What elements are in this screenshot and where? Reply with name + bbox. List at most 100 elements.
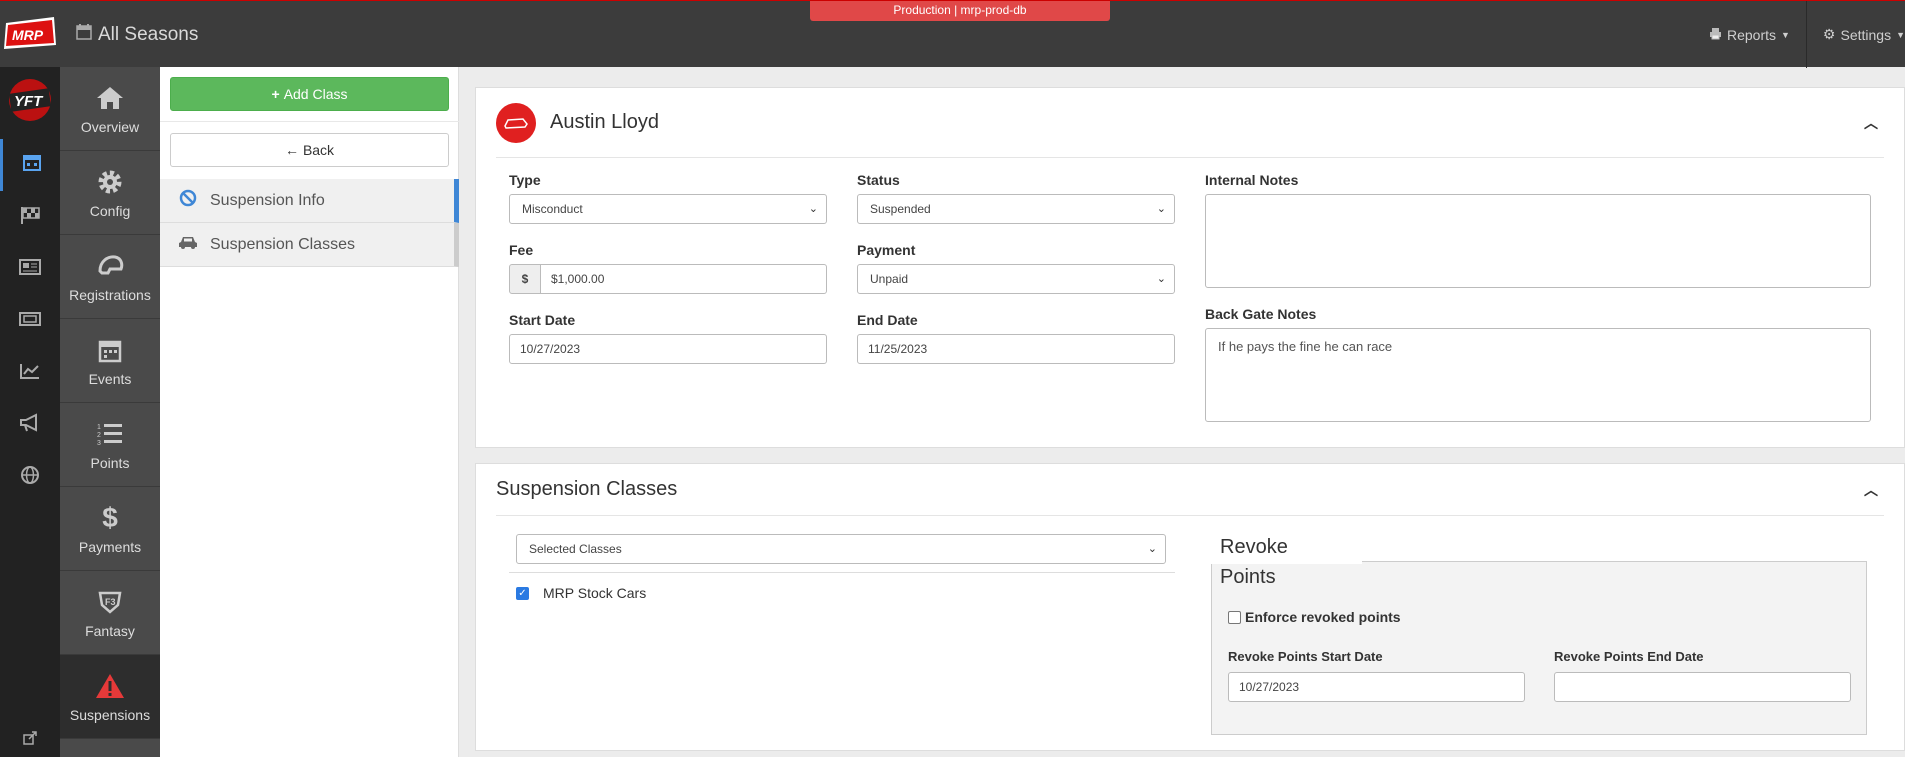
reports-label: Reports bbox=[1726, 26, 1776, 43]
nav-item-events[interactable]: Events bbox=[60, 319, 160, 403]
globe-icon bbox=[20, 465, 40, 491]
season-title: All Seasons bbox=[98, 23, 199, 45]
driver-name: Austin Lloyd bbox=[550, 111, 659, 133]
status-label: Status bbox=[857, 172, 900, 188]
plus-icon: + bbox=[271, 86, 280, 102]
start-date-input[interactable]: 10/27/2023 bbox=[509, 334, 827, 364]
chevron-up-icon[interactable]: ︿ bbox=[1864, 480, 1878, 500]
enforce-revoked-label: Enforce revoked points bbox=[1245, 609, 1401, 625]
rail-calendar[interactable] bbox=[0, 139, 60, 191]
end-date-label: End Date bbox=[857, 312, 918, 328]
classes-filter-value: Selected Classes bbox=[529, 542, 622, 556]
nav-label: Events bbox=[88, 370, 132, 387]
add-class-button[interactable]: + Add Class bbox=[170, 77, 449, 111]
nav-item-overview[interactable]: Overview bbox=[60, 67, 160, 151]
nav-item-points[interactable]: 123 Points bbox=[60, 403, 160, 487]
fee-input[interactable]: $1,000.00 bbox=[540, 264, 827, 294]
rail-news[interactable] bbox=[0, 244, 60, 296]
driver-avatar bbox=[496, 102, 536, 143]
back-button[interactable]: ← Back bbox=[170, 133, 449, 167]
subnav-item-suspension-info[interactable]: Suspension Info bbox=[160, 179, 459, 223]
classes-filter-select[interactable]: Selected Classes ⌄ bbox=[516, 534, 1166, 564]
chevron-down-icon: ⌄ bbox=[1147, 543, 1157, 555]
yft-logo-text: YFT bbox=[14, 93, 44, 110]
warning-icon bbox=[95, 671, 125, 701]
reports-menu[interactable]: Reports ▼ bbox=[1693, 1, 1806, 68]
svg-text:3: 3 bbox=[97, 440, 101, 447]
season-selector[interactable]: All Seasons bbox=[76, 23, 198, 46]
revoke-end-input[interactable] bbox=[1554, 672, 1851, 702]
list-icon: 123 bbox=[96, 419, 124, 449]
calendar-icon bbox=[98, 335, 122, 365]
end-date-value: 11/25/2023 bbox=[868, 342, 928, 356]
ticket-icon bbox=[18, 310, 42, 334]
calendar-icon bbox=[76, 23, 92, 46]
chart-icon bbox=[19, 362, 41, 386]
payment-value: Unpaid bbox=[870, 272, 909, 286]
panel-header: Austin Lloyd ︿ bbox=[496, 88, 1884, 158]
nav-item-fantasy[interactable]: F3 Fantasy bbox=[60, 571, 160, 655]
back-gate-notes-textarea[interactable]: If he pays the fine he can race bbox=[1205, 328, 1871, 422]
nav-item-payments[interactable]: $ Payments bbox=[60, 487, 160, 571]
rail-tickets[interactable] bbox=[0, 296, 60, 348]
main-nav: Overview Config Registrations Events 123… bbox=[60, 67, 160, 757]
enforce-revoked-checkbox[interactable] bbox=[1228, 610, 1241, 624]
subnav-label: Suspension Info bbox=[210, 191, 325, 209]
nav-label: Points bbox=[90, 454, 130, 471]
mrp-logo[interactable]: MRP bbox=[2, 15, 58, 51]
checkered-flag-icon bbox=[19, 205, 41, 231]
svg-text:2: 2 bbox=[97, 432, 101, 439]
gear-icon: ⚙ bbox=[1822, 26, 1836, 42]
nav-item-suspensions[interactable]: Suspensions bbox=[60, 655, 160, 739]
type-value: Misconduct bbox=[522, 202, 583, 216]
caret-down-icon: ▼ bbox=[1896, 29, 1905, 40]
type-label: Type bbox=[509, 172, 541, 188]
settings-label: Settings bbox=[1840, 26, 1892, 43]
payment-select[interactable]: Unpaid ⌄ bbox=[857, 264, 1175, 294]
top-bar: MRP All Seasons Production | mrp-prod-db… bbox=[0, 0, 1905, 68]
environment-badge: Production | mrp-prod-db bbox=[810, 1, 1110, 21]
print-icon bbox=[1709, 27, 1722, 43]
revoke-start-value: 10/27/2023 bbox=[1239, 680, 1300, 694]
fee-value: $1,000.00 bbox=[551, 272, 605, 286]
revoke-start-input[interactable]: 10/27/2023 bbox=[1228, 672, 1525, 702]
revoke-end-label: Revoke Points End Date bbox=[1554, 649, 1704, 664]
payment-label: Payment bbox=[857, 242, 916, 258]
icon-rail: YFT bbox=[0, 67, 60, 757]
rail-external[interactable] bbox=[0, 721, 60, 757]
newspaper-icon bbox=[18, 258, 42, 282]
panel-header: Suspension Classes ︿ bbox=[496, 464, 1884, 516]
nav-label: Payments bbox=[78, 538, 142, 555]
rail-announcements[interactable] bbox=[0, 400, 60, 452]
internal-notes-textarea[interactable] bbox=[1205, 194, 1871, 288]
mrp-logo-text: MRP bbox=[12, 27, 44, 43]
currency-addon: $ bbox=[509, 264, 541, 294]
type-select[interactable]: Misconduct ⌄ bbox=[509, 194, 827, 224]
settings-menu[interactable]: ⚙ Settings ▼ bbox=[1805, 1, 1905, 68]
classes-title: Suspension Classes bbox=[496, 478, 678, 500]
rail-web[interactable] bbox=[0, 452, 60, 504]
calendar-icon bbox=[22, 152, 42, 178]
fantasy-icon: F3 bbox=[97, 587, 123, 617]
divider bbox=[160, 121, 459, 122]
car-icon bbox=[178, 234, 198, 255]
add-class-label: Add Class bbox=[283, 86, 348, 102]
yft-logo[interactable]: YFT bbox=[6, 77, 54, 123]
chevron-down-icon: ⌄ bbox=[808, 203, 818, 215]
rail-flag[interactable] bbox=[0, 192, 60, 244]
chevron-up-icon[interactable]: ︿ bbox=[1864, 113, 1878, 133]
rail-stats[interactable] bbox=[0, 348, 60, 400]
ban-icon bbox=[178, 189, 198, 212]
class-item-label: MRP Stock Cars bbox=[543, 585, 647, 601]
nav-item-registrations[interactable]: Registrations bbox=[60, 235, 160, 319]
dollar-icon: $ bbox=[102, 501, 118, 533]
gear-icon bbox=[96, 167, 124, 197]
revoke-start-label: Revoke Points Start Date bbox=[1228, 649, 1383, 664]
subnav-item-suspension-classes[interactable]: Suspension Classes bbox=[160, 223, 459, 267]
nav-item-config[interactable]: Config bbox=[60, 151, 160, 235]
svg-text:1: 1 bbox=[97, 424, 101, 431]
class-checkbox[interactable]: ✓ bbox=[516, 586, 529, 600]
end-date-input[interactable]: 11/25/2023 bbox=[857, 334, 1175, 364]
status-select[interactable]: Suspended ⌄ bbox=[857, 194, 1175, 224]
divider bbox=[509, 572, 1175, 573]
